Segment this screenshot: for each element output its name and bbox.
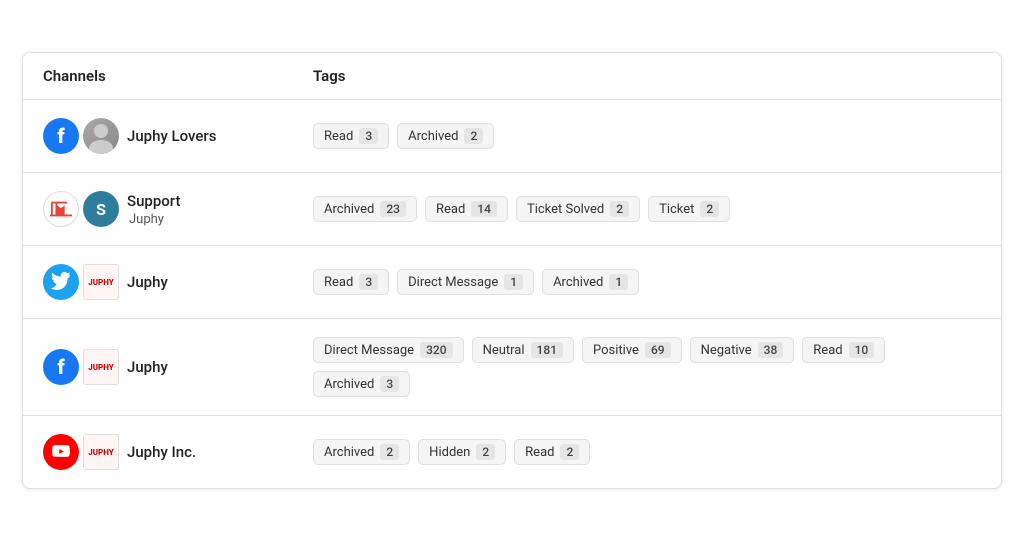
channel-name: Juphy [127,273,168,291]
table-row: f JUPHY Juphy Direct Message 320 Neutral… [23,319,1001,416]
tag-label: Neutral [483,343,525,358]
channel-icons: f [43,118,119,154]
tag: Read 3 [313,269,389,295]
tag: Archived 3 [313,371,410,397]
tag-count: 2 [700,201,719,217]
tag: Archived 2 [397,123,494,149]
tag: Archived 23 [313,196,417,222]
channel-icons: S [43,191,119,227]
tags-col-header: Tags [313,67,981,85]
channel-name: Juphy [127,358,168,376]
tags-cell: Direct Message 320 Neutral 181 Positive … [313,337,981,397]
tag: Read 2 [514,439,590,465]
tag-label: Hidden [429,445,470,460]
tag-count: 3 [380,376,399,392]
tag-count: 10 [849,342,875,358]
tag-count: 2 [476,444,495,460]
channel-cell: JUPHY Juphy [43,264,313,300]
tag-count: 3 [359,128,378,144]
channel-cell: f Juphy Lovers [43,118,313,154]
tag-label: Read [813,343,842,358]
channel-cell: JUPHY Juphy Inc. [43,434,313,470]
tag-count: 14 [471,201,497,217]
tag-count: 69 [645,342,671,358]
table-body: f Juphy Lovers Read 3 Archived 2 S [23,100,1001,488]
tag: Archived 1 [542,269,639,295]
channel-name: Juphy Inc. [127,443,196,461]
tag: Hidden 2 [418,439,506,465]
tag-count: 38 [758,342,784,358]
channel-sub: Juphy [127,212,180,227]
tag: Negative 38 [690,337,795,363]
tag-label: Read [436,202,465,217]
tag-count: 2 [560,444,579,460]
tag-count: 1 [609,274,628,290]
tag-label: Archived [324,445,374,460]
tag-label: Archived [553,275,603,290]
tag-label: Direct Message [408,275,498,290]
table-row: f Juphy Lovers Read 3 Archived 2 [23,100,1001,173]
tag-count: 2 [610,201,629,217]
tag: Positive 69 [582,337,682,363]
channels-table: Channels Tags f Juphy Lovers Read 3 Arch… [22,52,1002,489]
table-header: Channels Tags [23,53,1001,100]
tag-count: 3 [359,274,378,290]
tag-label: Read [324,275,353,290]
tag-label: Negative [701,343,752,358]
tag: Direct Message 1 [397,269,534,295]
tag-label: Ticket [659,202,694,217]
tag: Archived 2 [313,439,410,465]
tags-cell: Archived 23 Read 14 Ticket Solved 2 Tick… [313,196,981,222]
tag-label: Archived [324,202,374,217]
tag: Ticket 2 [648,196,730,222]
channel-name: Juphy Lovers [127,127,216,145]
tag-label: Read [525,445,554,460]
tag: Direct Message 320 [313,337,464,363]
tag: Ticket Solved 2 [516,196,640,222]
table-row: JUPHY Juphy Read 3 Direct Message 1 Arch… [23,246,1001,319]
channels-col-header: Channels [43,67,313,85]
tag-label: Direct Message [324,343,414,358]
tag-label: Ticket Solved [527,202,604,217]
tag: Read 10 [802,337,885,363]
table-row: JUPHY Juphy Inc. Archived 2 Hidden 2 Rea… [23,416,1001,488]
tag: Read 3 [313,123,389,149]
channel-info: Support Juphy [127,192,180,227]
tag-label: Read [324,129,353,144]
channel-icons: JUPHY [43,434,119,470]
tags-cell: Read 3 Direct Message 1 Archived 1 [313,269,981,295]
tags-cell: Read 3 Archived 2 [313,123,981,149]
channel-name: Support [127,192,180,210]
tag-label: Positive [593,343,639,358]
tag-count: 320 [420,342,452,358]
tag: Read 14 [425,196,508,222]
tag-count: 1 [504,274,523,290]
tags-cell: Archived 2 Hidden 2 Read 2 [313,439,981,465]
channel-cell: S Support Juphy [43,191,313,227]
tag-count: 2 [464,128,483,144]
tag-count: 181 [531,342,563,358]
channel-icons: JUPHY [43,264,119,300]
channel-cell: f JUPHY Juphy [43,349,313,385]
tag: Neutral 181 [472,337,574,363]
tag-count: 2 [380,444,399,460]
table-row: S Support Juphy Archived 23 Read 14 Tick… [23,173,1001,246]
channel-icons: f JUPHY [43,349,119,385]
tag-label: Archived [408,129,458,144]
tag-count: 23 [380,201,406,217]
tag-label: Archived [324,377,374,392]
